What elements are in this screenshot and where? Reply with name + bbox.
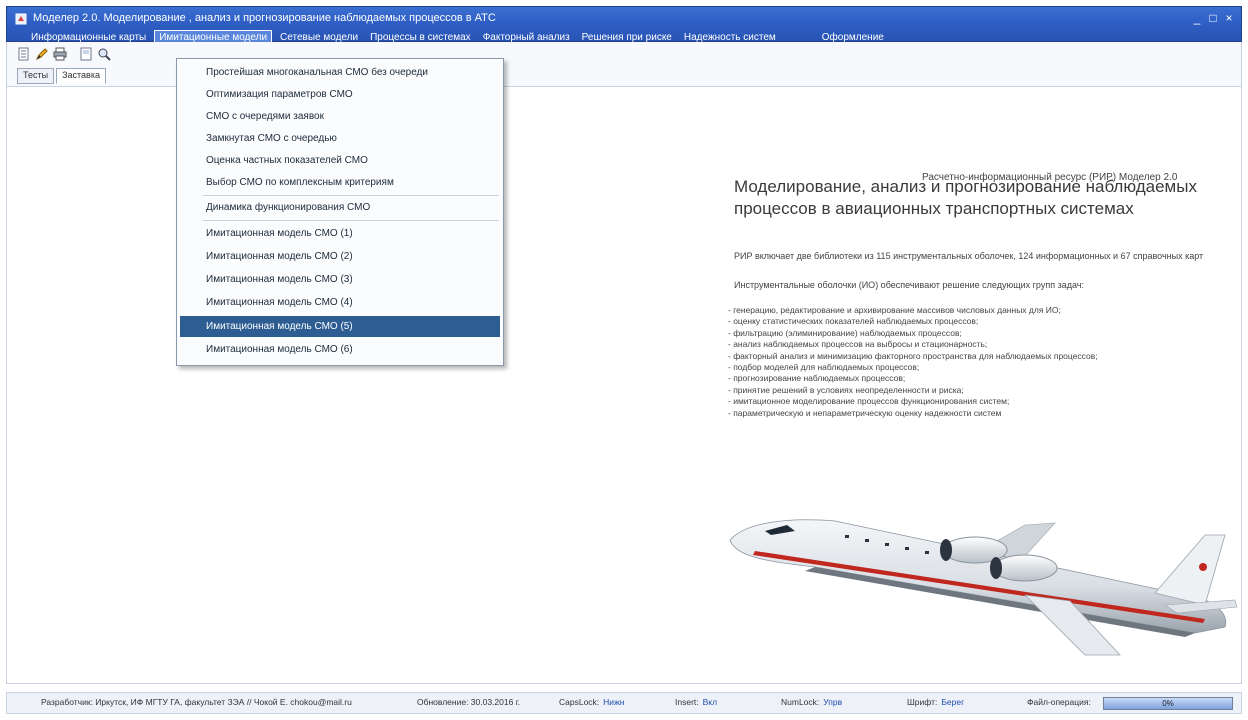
splash-headline: Моделирование, анализ и прогнозирование … xyxy=(734,177,1197,218)
minimize-button[interactable]: _ xyxy=(1191,11,1203,25)
preview-icon[interactable] xyxy=(79,47,93,61)
menu-item-optimization[interactable]: Оптимизация параметров СМО xyxy=(180,84,500,105)
menu-item-simple-multichannel[interactable]: Простейшая многоканальная СМО без очеред… xyxy=(180,62,500,83)
font-value: Берег xyxy=(941,697,965,707)
list-item: - имитационное моделирование процессов ф… xyxy=(728,396,1010,407)
menu-item-dynamics[interactable]: Динамика функционирования СМО xyxy=(180,197,500,218)
window-controls: _ □ × xyxy=(1191,11,1235,25)
menu-item-complex-criteria[interactable]: Выбор СМО по комплексным критериям xyxy=(180,172,500,193)
capslock-label: CapsLock: xyxy=(559,697,600,707)
font-indicator: Шрифт: Берег xyxy=(907,697,964,707)
simulation-models-dropdown: Простейшая многоканальная СМО без очеред… xyxy=(176,58,504,366)
numlock-label: NumLock: xyxy=(781,697,820,707)
numlock-indicator: NumLock: Упрв xyxy=(781,697,842,707)
menu-item-simulation-4[interactable]: Имитационная модель СМО (4) xyxy=(180,292,500,313)
splash-subhead: Инструментальные оболочки (ИО) обеспечив… xyxy=(734,280,1084,290)
tab-strip: Тесты Заставка xyxy=(17,68,108,84)
maximize-button[interactable]: □ xyxy=(1207,11,1219,25)
zoom-icon[interactable] xyxy=(97,47,111,61)
list-item: - параметрическую и непараметрическую оц… xyxy=(728,407,1002,418)
menu-item-simulation-6[interactable]: Имитационная модель СМО (6) xyxy=(180,339,500,360)
list-item: - генерацию, редактирование и архивирова… xyxy=(728,305,1061,315)
list-item: - прогнозирование наблюдаемых процессов; xyxy=(728,373,906,384)
list-item: - анализ наблюдаемых процессов на выброс… xyxy=(728,339,988,350)
insert-indicator: Insert: Вкл xyxy=(675,697,717,707)
status-bar: Разработчик: Иркутск, ИФ МГТУ ГА, факуль… xyxy=(6,692,1242,714)
capslock-value: Нижн xyxy=(603,697,625,707)
list-item: - факторный анализ и минимизацию факторн… xyxy=(728,350,1098,361)
airplane-illustration xyxy=(729,519,1238,656)
update-date: Обновление: 30.03.2016 г. xyxy=(417,697,521,707)
task-list: - генерацию, редактирование и архивирова… xyxy=(728,305,1238,419)
menu-item-simulation-5[interactable]: Имитационная модель СМО (5) xyxy=(180,316,500,337)
print-icon[interactable] xyxy=(53,47,67,61)
edit-pencil-icon[interactable] xyxy=(35,47,49,61)
insert-value: Вкл xyxy=(702,697,718,707)
progress-bar: 0% xyxy=(1103,697,1233,710)
list-item: - оценку статистических показателей набл… xyxy=(728,316,979,327)
new-document-icon[interactable] xyxy=(17,47,31,61)
menu-separator xyxy=(203,220,499,221)
menu-item-simulation-1[interactable]: Имитационная модель СМО (1) xyxy=(180,223,500,244)
menu-item-closed-queue[interactable]: Замкнутая СМО с очередью xyxy=(180,128,500,149)
list-item: - подбор моделей для наблюдаемых процесс… xyxy=(728,362,920,373)
list-item: - принятие решений в условиях неопределе… xyxy=(728,384,964,395)
menu-item-simulation-2[interactable]: Имитационная модель СМО (2) xyxy=(180,246,500,267)
progress-text: 0% xyxy=(1162,699,1174,708)
menu-item-partial-indicators[interactable]: Оценка частных показателей СМО xyxy=(180,150,500,171)
menu-item-simulation-3[interactable]: Имитационная модель СМО (3) xyxy=(180,269,500,290)
tab-splash[interactable]: Заставка xyxy=(56,68,106,84)
file-operation-label: Файл-операция: xyxy=(1027,697,1091,707)
title-bar: Моделер 2.0. Моделирование , анализ и пр… xyxy=(6,6,1242,45)
app-icon xyxy=(15,13,27,25)
font-label: Шрифт: xyxy=(907,697,938,707)
close-button[interactable]: × xyxy=(1223,11,1235,25)
splash-summary: РИР включает две библиотеки из 115 инстр… xyxy=(734,251,1204,261)
window-title: Моделер 2.0. Моделирование , анализ и пр… xyxy=(33,12,496,24)
menu-item-queues[interactable]: СМО с очередями заявок xyxy=(180,106,500,127)
insert-label: Insert: xyxy=(675,697,699,707)
list-item: - фильтрацию (элиминирование) наблюдаемы… xyxy=(728,327,962,338)
developer-info: Разработчик: Иркутск, ИФ МГТУ ГА, факуль… xyxy=(41,697,352,707)
numlock-value: Упрв xyxy=(823,697,843,707)
capslock-indicator: CapsLock: Нижн xyxy=(559,697,624,707)
menu-separator xyxy=(203,195,499,196)
tab-tests[interactable]: Тесты xyxy=(17,68,55,84)
